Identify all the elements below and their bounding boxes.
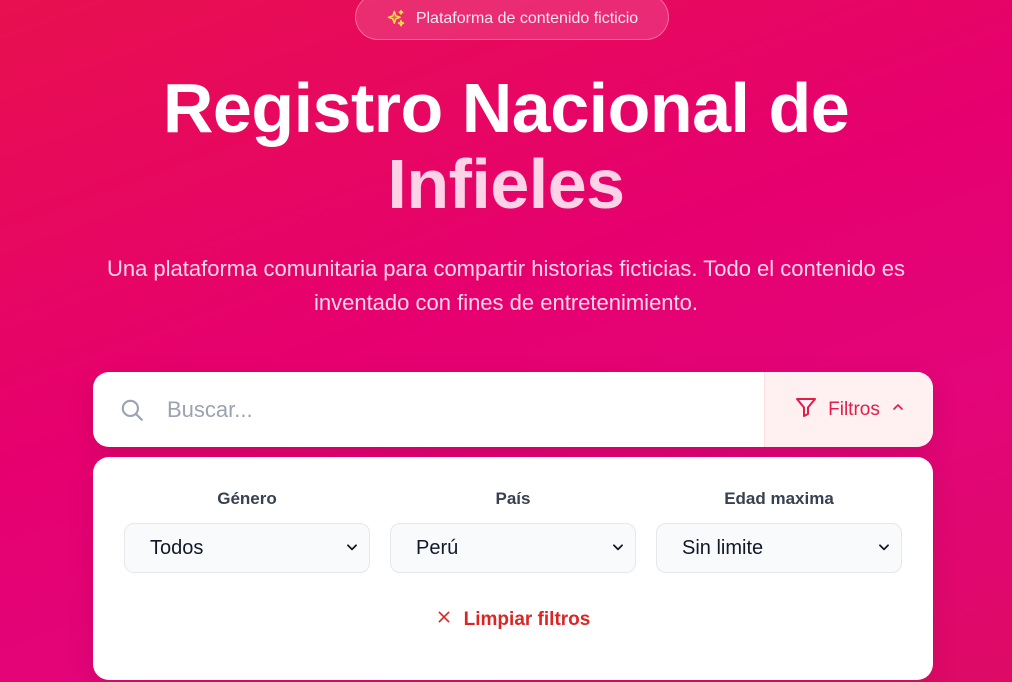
pais-filter: País Perú	[390, 489, 636, 573]
edad-selected-value: Sin limite	[682, 536, 764, 559]
sparkles-icon	[386, 9, 406, 29]
chevron-down-icon	[877, 537, 891, 560]
pais-select[interactable]: Perú	[390, 523, 636, 573]
filters-panel: Género Todos País Perú Edad maxima Sin l…	[93, 457, 933, 680]
genero-selected-value: Todos	[150, 536, 204, 559]
filter-icon	[794, 395, 818, 425]
page-title: Registro Nacional de Infieles	[0, 70, 1012, 222]
pais-label: País	[495, 489, 531, 508]
chevron-down-icon	[345, 537, 359, 560]
chevron-up-icon	[890, 399, 906, 421]
title-line-1: Registro Nacional de	[162, 69, 850, 147]
genero-filter: Género Todos	[124, 489, 370, 573]
search-bar: Filtros	[93, 372, 933, 447]
close-icon	[436, 609, 452, 631]
title-line-2: Infieles	[387, 145, 625, 223]
filters-label: Filtros	[828, 398, 880, 420]
filters-toggle-button[interactable]: Filtros	[764, 372, 933, 447]
badge-label: Plataforma de contenido ficticio	[415, 10, 639, 27]
fictional-content-badge: Plataforma de contenido ficticio	[355, 0, 669, 40]
search-icon	[93, 372, 167, 447]
pais-selected-value: Perú	[416, 536, 459, 559]
chevron-down-icon	[611, 537, 625, 560]
edad-label: Edad maxima	[724, 489, 834, 508]
edad-select[interactable]: Sin limite	[656, 523, 902, 573]
clear-filters-label: Limpiar filtros	[463, 609, 591, 630]
page-subtitle: Una plataforma comunitaria para comparti…	[106, 256, 906, 315]
clear-filters-button[interactable]: Limpiar filtros	[93, 609, 933, 631]
edad-filter: Edad maxima Sin limite	[656, 489, 902, 573]
genero-select[interactable]: Todos	[124, 523, 370, 573]
search-input[interactable]	[167, 372, 764, 447]
genero-label: Género	[217, 489, 277, 508]
